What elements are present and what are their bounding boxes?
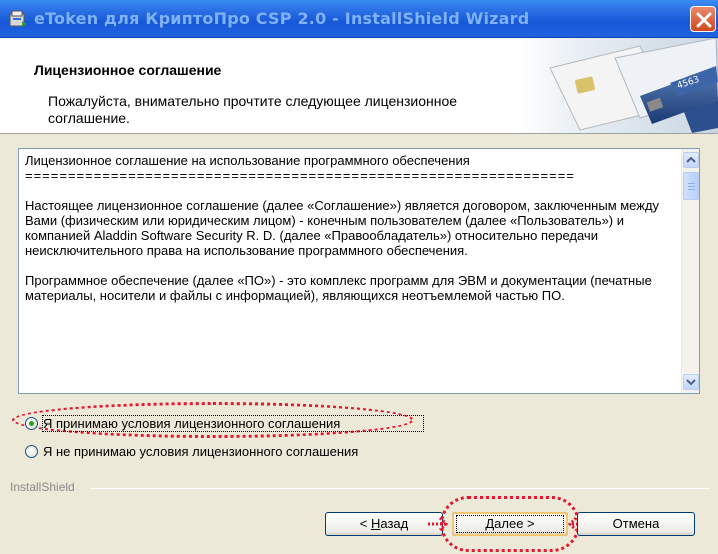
back-button-accesskey: Н [370, 516, 381, 531]
license-text-box[interactable]: Лицензионное соглашение на использование… [18, 148, 700, 394]
window-title: eToken для КриптоПро CSP 2.0 - InstallSh… [34, 9, 530, 28]
grip-line [688, 183, 695, 184]
footer-divider [90, 488, 710, 489]
installer-app-icon [9, 10, 26, 27]
focus-rectangle [456, 515, 564, 533]
chevron-down-icon [686, 379, 696, 386]
accept-license-label[interactable]: Я принимаю условия лицензионного соглаше… [43, 416, 340, 431]
etoken-banner-image: 4563 [520, 38, 718, 133]
license-paragraph: Настоящее лицензионное соглашение (далее… [25, 198, 660, 258]
wizard-header: Лицензионное соглашение Пожалуйста, вним… [0, 38, 718, 134]
grip-line [688, 189, 695, 190]
license-rule: ========================================… [25, 168, 575, 183]
page-title: Лицензионное соглашение [34, 62, 222, 78]
scroll-up-button[interactable] [683, 152, 699, 168]
vertical-scrollbar[interactable] [681, 149, 699, 393]
license-text: Лицензионное соглашение на использование… [25, 153, 675, 318]
close-button[interactable] [690, 6, 716, 32]
scroll-thumb[interactable] [683, 172, 699, 200]
radio-button[interactable] [25, 445, 38, 458]
back-button-label: азад [380, 516, 409, 531]
decline-license-label[interactable]: Я не принимаю условия лицензионного согл… [43, 444, 358, 459]
scroll-down-button[interactable] [683, 374, 699, 390]
license-heading: Лицензионное соглашение на использование… [25, 153, 470, 168]
installshield-brand: InstallShield [10, 480, 75, 494]
license-paragraph: Программное обеспечение (далее «ПО») - э… [25, 273, 652, 303]
grip-line [688, 186, 695, 187]
close-icon [696, 12, 712, 28]
title-bar[interactable]: eToken для КриптоПро CSP 2.0 - InstallSh… [0, 0, 718, 38]
next-button[interactable]: Далее > [452, 512, 568, 536]
radio-selected-dot [29, 421, 34, 426]
installer-window: eToken для КриптоПро CSP 2.0 - InstallSh… [0, 0, 718, 554]
radio-button[interactable] [25, 417, 38, 430]
cancel-button[interactable]: Отмена [577, 512, 695, 536]
chevron-up-icon [686, 156, 696, 163]
back-button-prefix: < [359, 516, 371, 531]
highlight-arrow-icon [428, 516, 449, 532]
page-description: Пожалуйста, внимательно прочтите следующ… [48, 93, 458, 126]
